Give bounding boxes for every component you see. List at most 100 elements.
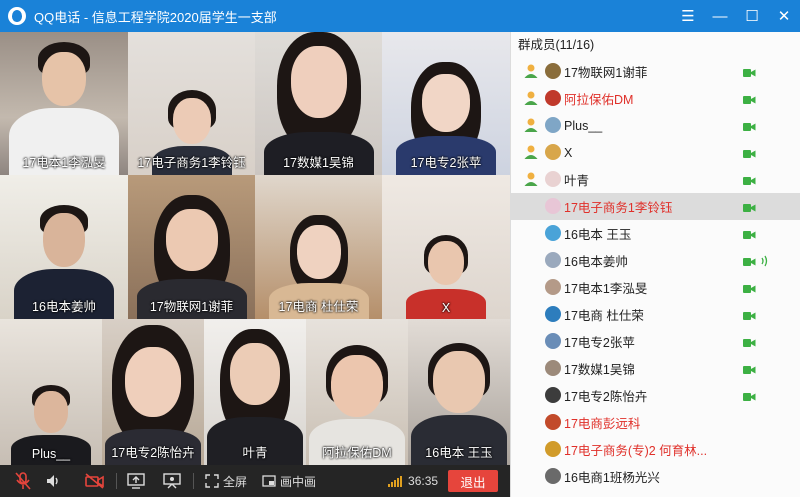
member-row[interactable]: 17数媒1吴锦: [511, 355, 800, 382]
avatar: [545, 414, 561, 430]
video-label: 阿拉保佑DM: [322, 446, 392, 460]
avatar: [545, 198, 561, 214]
member-role-icon: [523, 63, 539, 79]
avatar: [545, 333, 561, 349]
minimize-button[interactable]: —: [704, 0, 736, 32]
avatar: [545, 306, 561, 322]
member-name: 16电本 王玉: [564, 228, 632, 242]
member-role-icon: [523, 144, 539, 160]
video-tile[interactable]: X: [382, 175, 510, 319]
video-label: 17物联网1谢菲: [149, 300, 234, 314]
video-tile[interactable]: Plus__: [0, 319, 102, 465]
camera-on-icon: [743, 121, 756, 135]
signal-strength-icon: [388, 475, 403, 487]
video-tile[interactable]: 16电本姜帅: [0, 175, 128, 319]
avatar: [545, 252, 561, 268]
video-label: 17电本1李泓旻: [22, 156, 106, 170]
video-label: 17电商 杜仕荣: [278, 300, 359, 314]
member-row[interactable]: 叶青: [511, 166, 800, 193]
member-row[interactable]: X: [511, 139, 800, 166]
video-label: 17电专2陈怡卉: [111, 446, 195, 460]
member-row[interactable]: 17电子商务1李铃钰: [511, 193, 800, 220]
member-name: 17电专2陈怡卉: [564, 390, 648, 404]
video-tile[interactable]: 17数媒1吴锦: [255, 32, 382, 175]
member-row[interactable]: 17电商 杜仕荣: [511, 301, 800, 328]
camera-on-icon: [743, 256, 756, 270]
member-row[interactable]: 阿拉保佑DM: [511, 85, 800, 112]
member-name: 17电专2张苹: [564, 336, 635, 350]
member-row[interactable]: 16电本 王玉: [511, 220, 800, 247]
video-tile[interactable]: 阿拉保佑DM: [306, 319, 408, 465]
camera-on-icon: [743, 202, 756, 216]
video-tile[interactable]: 17电子商务1李铃钰: [128, 32, 255, 175]
avatar: [545, 144, 561, 160]
video-tile[interactable]: 17电商 杜仕荣: [255, 175, 382, 319]
member-row[interactable]: 17电专2张苹: [511, 328, 800, 355]
maximize-button[interactable]: ☐: [736, 0, 768, 32]
video-tile[interactable]: 17电专2张苹: [382, 32, 510, 175]
toolbar-divider: [116, 473, 117, 489]
video-label: 17电子商务1李铃钰: [137, 156, 246, 170]
speaking-indicator-icon: [760, 254, 770, 271]
window-title: QQ电话 - 信息工程学院2020届学生一支部: [34, 9, 277, 25]
picture-in-picture-button[interactable]: 画中画: [280, 473, 316, 490]
member-name: Plus__: [564, 118, 603, 133]
menu-button[interactable]: ☰: [672, 0, 704, 32]
fullscreen-icon[interactable]: [204, 470, 220, 492]
camera-on-icon: [743, 283, 756, 297]
camera-on-icon: [743, 148, 756, 162]
call-toolbar: 全屏 画中画 36:35 退出: [0, 465, 510, 497]
member-role-icon: [523, 117, 539, 133]
member-name: 17物联网1谢菲: [564, 66, 648, 80]
member-name: 阿拉保佑DM: [564, 93, 634, 107]
video-tile[interactable]: 17物联网1谢菲: [128, 175, 255, 319]
camera-on-icon: [743, 175, 756, 189]
member-row[interactable]: Plus__: [511, 112, 800, 139]
avatar: [545, 441, 561, 457]
camera-off-icon[interactable]: [84, 470, 106, 492]
member-row[interactable]: 17电子商务(专)2 何育林...: [511, 436, 800, 463]
picture-in-picture-icon[interactable]: [261, 470, 277, 492]
video-label: 17电专2张苹: [410, 156, 482, 170]
camera-on-icon: [743, 364, 756, 378]
video-tile[interactable]: 17电本1李泓旻: [0, 32, 128, 175]
video-label: X: [441, 301, 451, 315]
screen-share-icon[interactable]: [125, 470, 147, 492]
camera-on-icon: [743, 310, 756, 324]
call-duration: 36:35: [408, 474, 439, 488]
member-name: 16电本姜帅: [564, 255, 628, 269]
member-row[interactable]: 16电本姜帅: [511, 247, 800, 274]
avatar: [545, 387, 561, 403]
video-label: 16电本 王玉: [425, 446, 493, 460]
video-label: Plus__: [31, 447, 71, 461]
camera-on-icon: [743, 67, 756, 81]
member-name: 17电商彭远科: [564, 417, 641, 431]
member-row[interactable]: 17电本1李泓旻: [511, 274, 800, 301]
member-row[interactable]: 17电商彭远科: [511, 409, 800, 436]
video-tile[interactable]: 17电专2陈怡卉: [102, 319, 204, 465]
member-panel: 群成员(11/16) 17物联网1谢菲 阿拉保佑DM Plus__ X 叶青 17电子商务…: [510, 32, 800, 497]
exit-call-button[interactable]: 退出: [448, 470, 499, 492]
presentation-icon[interactable]: [161, 470, 183, 492]
member-row[interactable]: 17物联网1谢菲: [511, 58, 800, 85]
member-row[interactable]: 17电专2陈怡卉: [511, 382, 800, 409]
avatar: [545, 225, 561, 241]
camera-on-icon: [743, 391, 756, 405]
member-name: X: [564, 145, 573, 160]
member-count-header: 群成员(11/16): [518, 38, 595, 52]
avatar: [545, 90, 561, 106]
title-bar: QQ电话 - 信息工程学院2020届学生一支部 ☰ — ☐ ✕: [0, 0, 800, 32]
close-button[interactable]: ✕: [768, 0, 800, 32]
speaker-icon[interactable]: [42, 470, 64, 492]
video-label: 叶青: [242, 446, 268, 460]
video-label: 17数媒1吴锦: [283, 156, 354, 170]
fullscreen-button[interactable]: 全屏: [223, 473, 247, 490]
video-grid: 17电本1李泓旻 17电子商务1李铃钰 17数媒1吴锦 17电专2张苹 16电本…: [0, 32, 510, 465]
video-tile[interactable]: 16电本 王玉: [408, 319, 510, 465]
camera-on-icon: [743, 94, 756, 108]
member-name: 17数媒1吴锦: [564, 363, 635, 377]
member-row[interactable]: 16电商1班杨光兴: [511, 463, 800, 490]
member-role-icon: [523, 90, 539, 106]
video-tile[interactable]: 叶青: [204, 319, 306, 465]
microphone-muted-icon[interactable]: [12, 470, 34, 492]
